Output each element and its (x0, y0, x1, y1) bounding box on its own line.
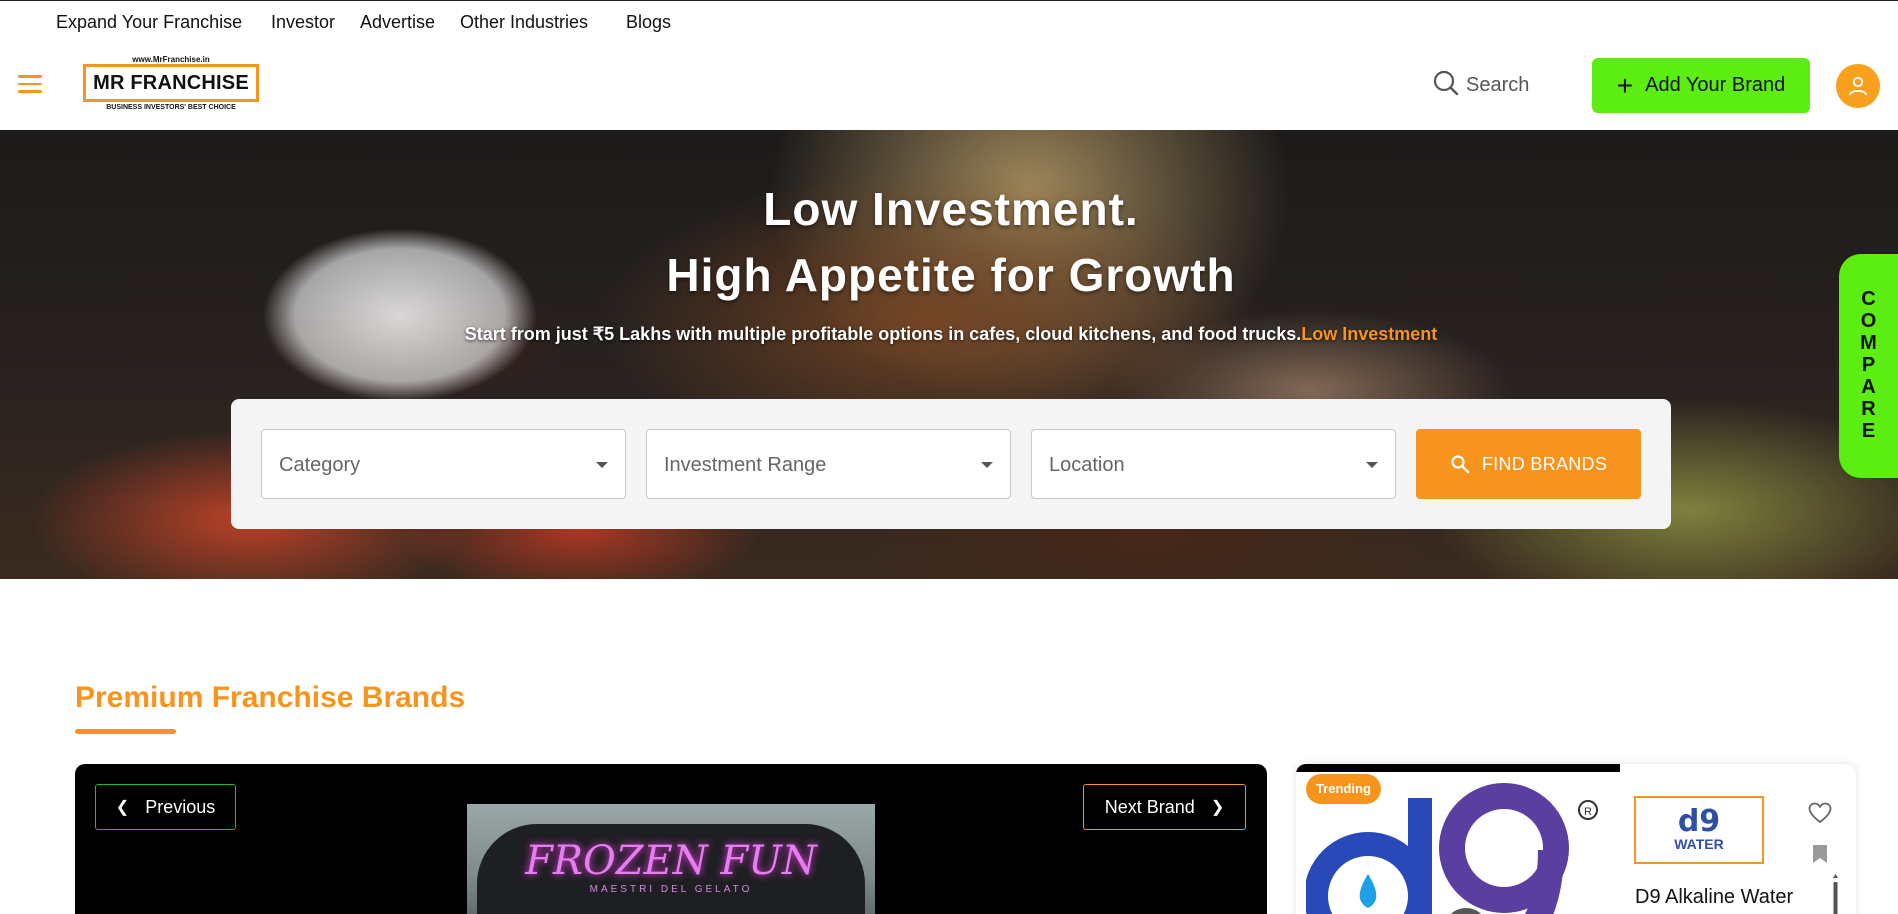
chevron-down-icon (1366, 462, 1378, 468)
brand-card[interactable]: R Trending d9 WATER D9 Alkaline Water (1296, 764, 1856, 914)
user-icon[interactable] (1836, 64, 1880, 108)
compare-letter: A (1861, 376, 1876, 398)
hero-title-line2: High Appetite for Growth (666, 249, 1236, 301)
chevron-left-icon: ❮ (115, 799, 130, 816)
brand-card-name[interactable]: D9 Alkaline Water (1635, 886, 1793, 909)
investment-range-select[interactable]: Investment Range (646, 429, 1011, 499)
brand-filter-panel: Category Investment Range Location FIND … (231, 399, 1671, 529)
compare-letter: E (1861, 420, 1876, 442)
logo-name: MR FRANCHISE (83, 64, 259, 102)
hero-subtitle-highlight: Low Investment (1301, 324, 1438, 344)
chevron-down-icon (981, 462, 993, 468)
hero-banner: Low Investment. High Appetite for Growth… (0, 130, 1898, 579)
plus-icon: + (1616, 69, 1634, 101)
category-select[interactable]: Category (261, 429, 626, 499)
nav-link-blogs[interactable]: Blogs (626, 12, 671, 33)
chevron-down-icon (596, 462, 608, 468)
location-select-label: Location (1049, 454, 1125, 476)
brand-sign-subtext: MAESTRI DEL GELATO (589, 884, 753, 895)
hero-subtitle: Start from just ₹5 Lakhs with multiple p… (0, 324, 1898, 345)
site-header: www.MrFranchise.in MR FRANCHISE BUSINESS… (0, 40, 1898, 130)
heart-icon[interactable] (1808, 802, 1832, 824)
previous-button[interactable]: ❮ Previous (95, 784, 236, 830)
brand-logo-text: d9 (1677, 804, 1721, 839)
next-brand-button[interactable]: Next Brand ❯ (1083, 784, 1246, 830)
compare-letter: M (1860, 332, 1877, 354)
nav-link-advertise[interactable]: Advertise (360, 12, 435, 33)
brand-sign-text: FROZEN FUN (525, 838, 817, 884)
location-select[interactable]: Location (1031, 429, 1396, 499)
brand-slide-image[interactable]: FROZEN FUN MAESTRI DEL GELATO (467, 804, 875, 914)
compare-letter: R (1861, 398, 1876, 420)
add-your-brand-label: Add Your Brand (1645, 74, 1786, 96)
hamburger-icon[interactable] (18, 75, 42, 93)
site-logo[interactable]: www.MrFranchise.in MR FRANCHISE BUSINESS… (83, 55, 259, 115)
search-button[interactable]: Search (1432, 70, 1529, 100)
hero-title-line1: Low Investment. (763, 183, 1139, 235)
compare-tab[interactable]: C O M P A R E (1839, 254, 1898, 478)
compare-letter: O (1860, 310, 1877, 332)
hero-subtitle-text: Start from just ₹5 Lakhs with multiple p… (464, 324, 1302, 344)
top-nav: Expand Your Franchise Investor Advertise… (0, 0, 1898, 40)
nav-link-expand-franchise[interactable]: Expand Your Franchise (56, 12, 242, 33)
section-underline (75, 729, 176, 734)
category-select-label: Category (279, 454, 361, 476)
logo-url-text: www.MrFranchise.in (132, 55, 210, 64)
previous-label: Previous (145, 796, 216, 817)
find-brands-label: FIND BRANDS (1481, 453, 1608, 474)
nav-link-other-industries[interactable]: Other Industries (460, 12, 588, 33)
find-brands-button[interactable]: FIND BRANDS (1416, 429, 1641, 499)
nav-link-investor[interactable]: Investor (271, 12, 335, 33)
search-icon (1451, 455, 1470, 474)
add-your-brand-button[interactable]: + Add Your Brand (1592, 58, 1810, 113)
svg-text:R: R (1584, 806, 1592, 818)
brand-carousel: ❮ Previous FROZEN FUN MAESTRI DEL GELATO… (75, 764, 1267, 914)
scrollbar[interactable] (1833, 874, 1838, 914)
next-brand-label: Next Brand (1104, 796, 1195, 817)
card-progress-line (1296, 764, 1620, 772)
search-label: Search (1466, 73, 1530, 96)
brand-logo-subtext: WATER (1674, 836, 1724, 852)
chevron-right-icon: ❯ (1210, 799, 1225, 816)
brand-card-logo: d9 WATER (1634, 796, 1764, 864)
bookmark-icon[interactable] (1812, 844, 1828, 864)
compare-letter: P (1861, 354, 1876, 376)
investment-range-select-label: Investment Range (664, 454, 827, 476)
compare-letter: C (1861, 288, 1876, 310)
trending-badge: Trending (1306, 774, 1381, 804)
search-icon (1432, 69, 1460, 102)
section-title: Premium Franchise Brands (75, 681, 466, 714)
hero-title: Low Investment. High Appetite for Growth (0, 176, 1898, 308)
logo-tagline: BUSINESS INVESTORS' BEST CHOICE (106, 104, 236, 111)
